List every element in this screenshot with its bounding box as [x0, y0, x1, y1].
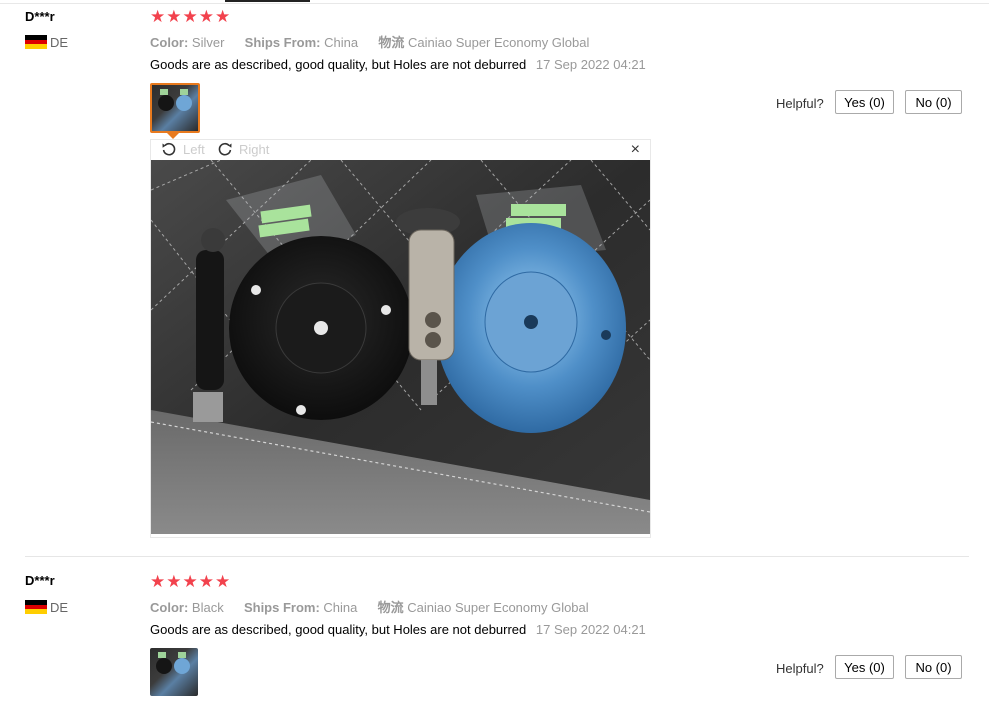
prop-value-color: Silver	[191, 35, 225, 50]
prop-key-logistics: 物流	[378, 35, 405, 50]
star-icon: ★	[182, 7, 198, 26]
rotate-left-label: Left	[183, 141, 205, 157]
country-code: DE	[50, 34, 69, 50]
reviewer-name: D***r	[25, 573, 55, 588]
review-content: Goods are as described, good quality, bu…	[150, 57, 646, 72]
review-content: Goods are as described, good quality, bu…	[150, 622, 646, 637]
review-photo-thumbnail[interactable]	[150, 83, 200, 133]
helpful-no-button[interactable]: No (0)	[905, 655, 962, 679]
helpful-no-button[interactable]: No (0)	[905, 90, 962, 114]
star-icon: ★	[215, 7, 231, 26]
photo-viewer: Left Right ×	[150, 139, 651, 538]
star-icon: ★	[166, 572, 182, 591]
prop-key-ships-from: Ships From:	[244, 35, 321, 50]
review-date: 17 Sep 2022 04:21	[535, 57, 646, 72]
prop-value-ships-from: China	[323, 600, 358, 615]
prop-key-logistics: 物流	[377, 600, 404, 615]
prop-key-color: Color:	[150, 600, 189, 615]
rotate-left-icon	[162, 142, 176, 156]
rotate-right-icon	[218, 142, 232, 156]
review-photo-image	[151, 160, 650, 534]
helpful-label: Helpful?	[776, 661, 824, 676]
review-properties: Color: Black Ships From: China 物流 Cainia…	[150, 597, 589, 616]
reviewer-country: DE	[25, 599, 68, 615]
helpful-yes-button[interactable]: Yes (0)	[835, 90, 894, 114]
review-properties: Color: Silver Ships From: China 物流 Caini…	[150, 32, 589, 51]
star-rating: ★ ★ ★ ★ ★	[150, 8, 230, 25]
prop-value-logistics: Cainiao Super Economy Global	[407, 600, 589, 615]
rotate-right-label: Right	[239, 141, 270, 157]
photo-viewer-toolbar: Left Right ×	[151, 140, 650, 160]
reviewer-country: DE	[25, 34, 68, 50]
close-icon[interactable]: ×	[631, 141, 640, 159]
rotate-left-button[interactable]: Left	[161, 141, 205, 157]
rotate-right-button[interactable]: Right	[217, 141, 269, 157]
star-icon: ★	[166, 7, 182, 26]
star-icon: ★	[198, 7, 214, 26]
helpful-label: Helpful?	[776, 96, 824, 111]
review-photo	[151, 160, 650, 534]
germany-flag-icon	[25, 35, 47, 49]
star-rating: ★ ★ ★ ★ ★	[150, 573, 230, 590]
review-photo-thumbnail[interactable]	[150, 648, 198, 696]
star-icon: ★	[215, 572, 231, 591]
helpful-yes-button[interactable]: Yes (0)	[835, 655, 894, 679]
review-text: Goods are as described, good quality, bu…	[150, 622, 527, 637]
review-text: Goods are as described, good quality, bu…	[150, 57, 527, 72]
country-code: DE	[50, 599, 69, 615]
review-item: D***r DE ★ ★ ★ ★ ★ Color: Silver Ships F…	[0, 0, 989, 556]
prop-value-color: Black	[191, 600, 224, 615]
prop-key-color: Color:	[150, 35, 189, 50]
germany-flag-icon	[25, 600, 47, 614]
prop-value-logistics: Cainiao Super Economy Global	[408, 35, 590, 50]
prop-key-ships-from: Ships From:	[243, 600, 320, 615]
reviewer-name: D***r	[25, 9, 55, 24]
review-item: D***r DE ★ ★ ★ ★ ★ Color: Black Ships Fr…	[0, 558, 989, 715]
star-icon: ★	[182, 572, 198, 591]
star-icon: ★	[150, 572, 166, 591]
review-date: 17 Sep 2022 04:21	[535, 622, 646, 637]
star-icon: ★	[150, 7, 166, 26]
prop-value-ships-from: China	[324, 35, 359, 50]
review-divider	[25, 556, 969, 557]
star-icon: ★	[198, 572, 214, 591]
